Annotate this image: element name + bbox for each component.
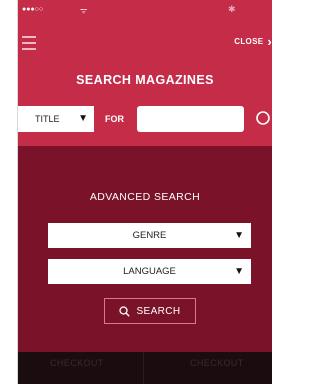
search-panel: SEARCH MAGAZINES TITLE ▼ FOR — [18, 62, 272, 146]
advanced-search-button-label: SEARCH — [136, 305, 181, 317]
for-label: FOR — [105, 114, 124, 124]
header-bar: CLOSE › — [18, 22, 272, 62]
advanced-search-title: ADVANCED SEARCH — [89, 191, 201, 203]
search-icon — [119, 305, 131, 317]
phone-screen: ●●●○○ ᯤ ✱ CLOSE › SEARCH MAGAZINES TITLE… — [18, 0, 272, 384]
search-field-select[interactable]: TITLE ▼ — [18, 106, 94, 132]
bottom-divider — [143, 352, 144, 384]
genre-label: GENRE — [132, 230, 167, 241]
search-field-value: TITLE — [35, 114, 60, 124]
bluetooth-icon: ✱ — [228, 4, 236, 14]
status-bar: ●●●○○ ᯤ ✱ — [18, 0, 272, 22]
close-button[interactable]: CLOSE › — [234, 33, 272, 49]
genre-select[interactable]: GENRE ▼ — [48, 223, 251, 248]
checkout-tab-right[interactable]: CHECKOUT — [190, 358, 244, 368]
bottom-bar: CHECKOUT CHECKOUT — [18, 352, 272, 384]
dropdown-arrow-icon: ▼ — [234, 266, 244, 277]
close-label: CLOSE — [234, 37, 264, 46]
search-icon[interactable] — [254, 110, 272, 128]
dropdown-arrow-icon: ▼ — [78, 113, 88, 124]
checkout-tab-left[interactable]: CHECKOUT — [50, 358, 104, 368]
page-title: SEARCH MAGAZINES — [76, 73, 214, 87]
advanced-search-button[interactable]: SEARCH — [104, 298, 196, 324]
hamburger-icon[interactable] — [22, 36, 36, 50]
wifi-icon: ᯤ — [80, 6, 88, 15]
language-select[interactable]: LANGUAGE ▼ — [48, 259, 251, 284]
search-input[interactable] — [137, 106, 244, 132]
chevron-right-icon: › — [267, 33, 272, 49]
dropdown-arrow-icon: ▼ — [234, 230, 244, 241]
search-row: TITLE ▼ FOR — [18, 106, 272, 132]
language-label: LANGUAGE — [123, 266, 176, 277]
signal-indicator: ●●●○○ — [22, 6, 44, 13]
